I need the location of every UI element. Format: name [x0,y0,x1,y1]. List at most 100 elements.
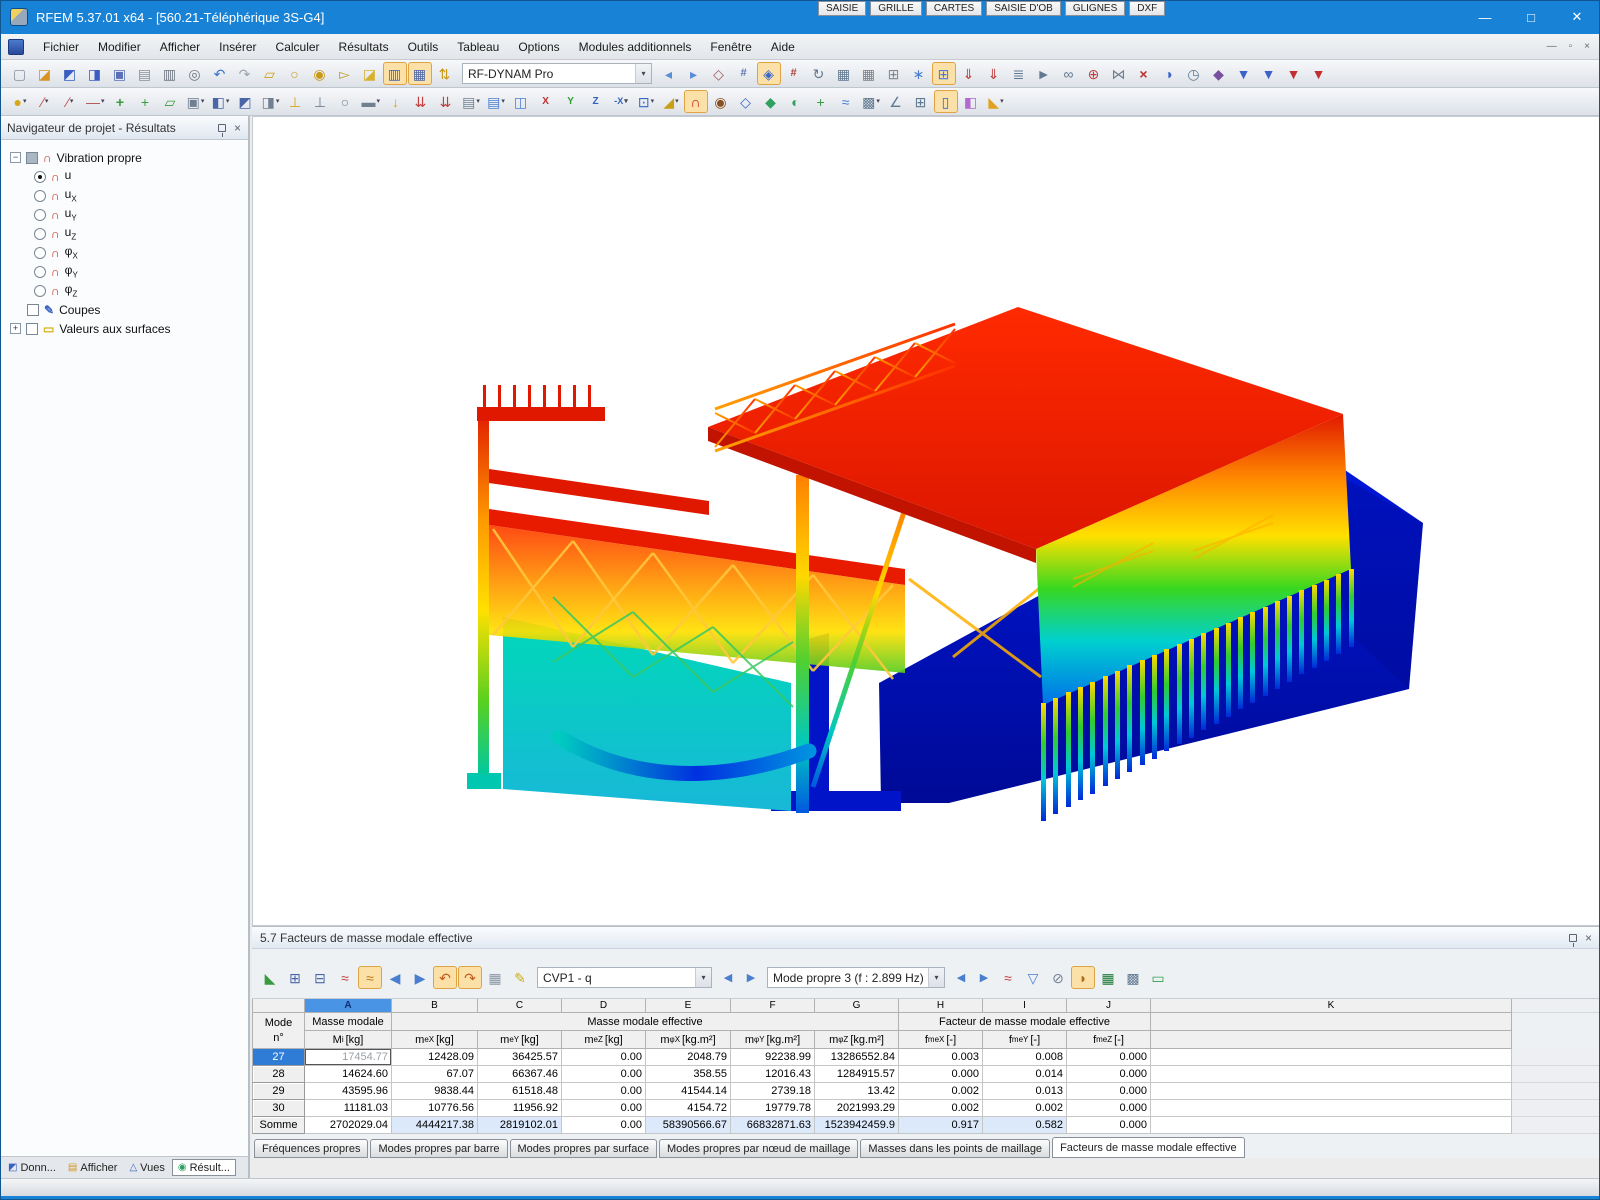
checkbox[interactable] [26,151,38,164]
navigator-tab[interactable]: ◩ Donn... [3,1159,61,1176]
table-cell[interactable]: 67.07 [392,1066,478,1083]
block-display-icon[interactable]: ▩ ▾ [859,90,883,113]
table-cell[interactable]: 17454.77 [305,1049,392,1066]
row-header[interactable]: 30 [252,1100,305,1117]
goto-graphic-icon[interactable]: ▦ [857,62,881,85]
opening-tool-icon[interactable]: ▣ ▾ [184,90,208,113]
table-cell[interactable]: 12016.43 [731,1066,815,1083]
menu-item[interactable]: Fichier [34,40,88,54]
next-mode-icon[interactable]: ▶ [973,967,995,988]
navigator-panel-toggle-icon[interactable]: ▥ [383,62,407,85]
menu-item[interactable]: Calculer [267,40,329,54]
table-cell[interactable]: 0.00 [562,1117,646,1134]
line-support-icon[interactable]: ⊥ [309,90,333,113]
table-cell[interactable]: 0.002 [899,1100,983,1117]
table-cell[interactable]: 0.000 [1067,1066,1151,1083]
table-cell[interactable]: 11181.03 [305,1100,392,1117]
table-cell[interactable]: 0.000 [1067,1100,1151,1117]
table-cell[interactable]: 4444217.38 [392,1117,478,1134]
menu-item[interactable]: Insérer [210,40,265,54]
table-cell[interactable]: 0.00 [562,1066,646,1083]
unit-header[interactable]: f meZ [-] [1067,1031,1151,1049]
table-cell[interactable]: 0.00 [562,1100,646,1117]
menu-item[interactable]: Outils [399,40,448,54]
column-letter[interactable]: F [731,999,815,1013]
result-nav-z-icon[interactable]: ▼ [1282,62,1306,85]
nodal-support-icon[interactable]: ⊥ [284,90,308,113]
navigator-tab[interactable]: ▤ Afficher [63,1159,123,1176]
table-cell[interactable]: 9838.44 [392,1083,478,1100]
table-cell[interactable]: 1523942459.9 [815,1117,899,1134]
save-icon[interactable]: ▣ [108,62,132,85]
status-toggle-button[interactable]: DXF [1129,1,1166,16]
shading-icon[interactable]: ◐ [784,90,808,113]
row-header[interactable]: 27 [252,1049,305,1066]
column-letter[interactable]: E [646,999,731,1013]
radio-button[interactable] [34,208,46,221]
close-button[interactable]: ✕ [1554,0,1600,34]
mirror-icon[interactable]: ⋈ [1107,62,1131,85]
node-generator-icon[interactable]: + [109,90,133,113]
view-y-icon[interactable]: Y [559,90,583,113]
column-letter[interactable]: A [305,999,392,1013]
panel-toggle-icon[interactable]: ▯ [934,90,959,113]
column-letter[interactable]: J [1067,999,1151,1013]
table-cell[interactable]: 358.55 [646,1066,731,1083]
unit-header[interactable]: f meX [-] [899,1031,983,1049]
checkbox[interactable] [26,322,38,335]
member-tool-icon[interactable]: — ▾ [83,90,108,113]
table-cell[interactable]: 41544.14 [646,1083,731,1100]
radio-button[interactable] [34,170,46,183]
filter-modes-icon[interactable]: ≈ [358,966,382,989]
table-cell[interactable] [1151,1100,1512,1117]
previous-table-icon[interactable]: ◀ [383,966,407,989]
menu-item[interactable]: Modules additionnels [570,40,701,54]
navigator-tab[interactable]: ◉ Résult... [171,1159,236,1176]
unit-header[interactable]: m φX [kg.m²] [646,1031,731,1049]
unit-header[interactable]: Mi [kg] [305,1031,392,1049]
table-cell[interactable] [1151,1066,1512,1083]
mdi-close-icon[interactable]: × [1584,41,1590,52]
group-header-masse-modale[interactable]: Masse modale [305,1013,392,1031]
table-cell[interactable]: 0.000 [1067,1083,1151,1100]
unit-header[interactable]: m eZ [kg] [562,1031,646,1049]
unit-header[interactable]: m φY [kg.m²] [731,1031,815,1049]
table-cell[interactable]: 12428.09 [392,1049,478,1066]
flag-icon[interactable]: ► [1032,62,1056,85]
status-toggle-button[interactable]: GLIGNES [1064,1,1126,16]
new-window-icon[interactable]: ◪ [358,62,382,85]
row-header[interactable]: 29 [252,1083,305,1100]
tree-item-vibration-propre[interactable]: − ∩ Vibration propre [10,148,248,167]
menu-item[interactable]: Aide [762,40,804,54]
tree-item-valeurs-aux-surfaces[interactable]: + ▭ Valeurs aux surfaces [10,319,248,338]
table-cell[interactable]: 2021993.29 [815,1100,899,1117]
column-letter[interactable]: G [815,999,899,1013]
table-tab[interactable]: Modes propres par surface [509,1139,657,1158]
history-icon[interactable]: ◷ [1182,62,1206,85]
print-preview-icon[interactable]: ◎ [183,62,207,85]
mdi-minimize-icon[interactable]: — [1547,41,1557,52]
member-hinge-icon[interactable]: ○ [334,90,358,113]
column-letter[interactable]: C [478,999,562,1013]
tree-item-mode-component[interactable]: ∩ φY [10,262,248,281]
table-cell[interactable]: 0.00 [562,1083,646,1100]
mode-combo[interactable]: Mode propre 3 (f : 2.899 Hz) ▾ [767,967,945,988]
values-xxx-icon[interactable]: # [782,62,806,85]
group-header-empty[interactable] [1151,1013,1512,1031]
column-letter[interactable]: H [899,999,983,1013]
table-tab[interactable]: Modes propres par nœud de maillage [658,1139,859,1158]
mesh-show-icon[interactable]: ⊞ [932,62,956,85]
special-selection-icon[interactable]: ◫ [509,90,533,113]
delete-icon[interactable]: × [1132,62,1156,85]
close-icon[interactable]: × [1585,931,1592,945]
surface-load-icon[interactable]: ⇊ [434,90,458,113]
renumber-icon[interactable]: ⇅ [433,62,457,85]
radio-button[interactable] [34,227,46,240]
result-nav-x-icon[interactable]: ▼ [1232,62,1256,85]
document-icon[interactable] [8,38,24,55]
redo-icon[interactable]: ↷ [233,62,257,85]
load-case-icon[interactable]: ⇓ [957,62,981,85]
table-display-icon[interactable]: ▦ [483,966,507,989]
measure-icon[interactable]: ∠ [884,90,908,113]
group-header-masse-modale-effective[interactable]: Masse modale effective [392,1013,899,1031]
